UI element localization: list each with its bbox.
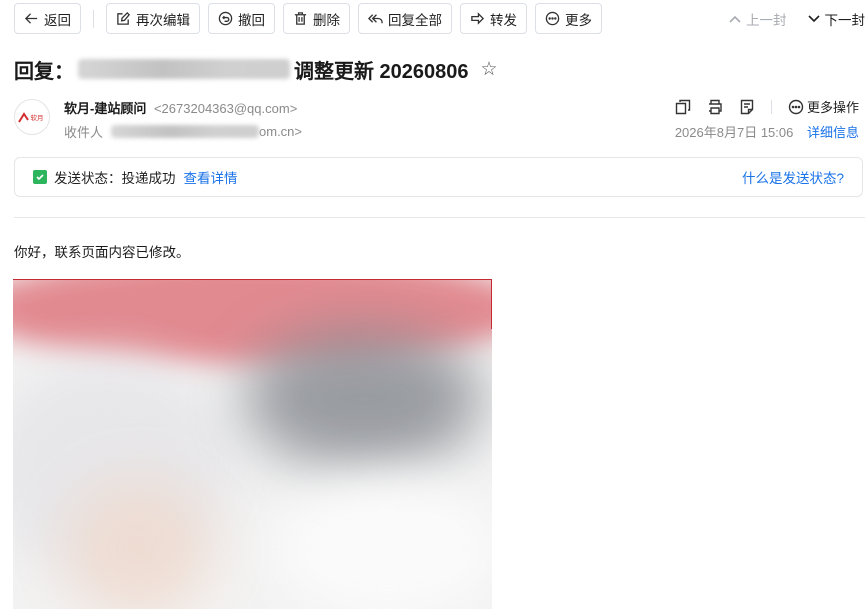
sender-name[interactable]: 软月-建站顾问 [64,101,146,116]
back-button[interactable]: 返回 [14,3,81,34]
actions-divider [770,99,772,114]
forward-button[interactable]: 转发 [460,3,527,34]
more-label: 更多 [565,12,592,28]
status-detail-link[interactable]: 查看详情 [184,167,238,187]
image-blur-region [243,329,483,469]
more-icon [788,99,804,114]
recipient-suffix: om.cn> [259,124,303,139]
edit-again-button[interactable]: 再次编辑 [106,3,200,34]
reply-all-button[interactable]: 回复全部 [358,3,452,34]
next-mail-button[interactable]: 下一封 [807,9,865,29]
trash-icon [294,12,307,25]
sender-info: 软月-建站顾问 <2673204363@qq.com> [64,98,297,117]
status-value: 投递成功 [121,171,176,186]
mail-datetime: 2026年8月7日 15:06 [674,125,794,140]
recall-label: 撤回 [238,12,265,28]
note-icon[interactable] [739,99,755,115]
sender-avatar: 软月 [14,99,50,135]
sender-logo-icon: 软月 [18,112,44,123]
chevron-down-icon [807,14,820,22]
reply-all-icon [368,14,383,24]
mail-toolbar: 返回 再次编辑 撤回 删除 回复全部 转发 更多 [14,3,610,34]
subject-suffix: 调整更新 20260806 [294,60,469,83]
next-mail-label: 下一封 [824,12,865,28]
reply-all-label: 回复全部 [388,12,442,28]
sender-email: <2673204363@qq.com> [153,101,298,116]
recipient-info: 收件人 om.cn> [64,122,302,141]
mail-navigation: 上一封 下一封 [708,3,865,34]
redacted-subject [78,59,290,79]
mail-subject: 回复： 调整更新 20260806 ☆ [14,54,498,84]
recall-button[interactable]: 撤回 [208,3,275,34]
edit-again-label: 再次编辑 [136,12,190,28]
prev-mail-label: 上一封 [746,12,787,28]
edit-icon [117,11,131,25]
image-blur-region [273,479,492,609]
recall-icon [218,11,233,26]
prev-mail-button[interactable]: 上一封 [728,9,787,29]
forward-label: 转发 [490,12,517,28]
mail-actions: 更多操作 [659,97,859,116]
redacted-recipient [111,125,260,138]
copy-icon[interactable] [675,99,691,115]
status-help-link[interactable]: 什么是发送状态? [742,167,844,187]
svg-text:软月: 软月 [31,113,44,122]
more-actions-label: 更多操作 [806,100,859,115]
header-divider [14,217,865,218]
delete-button[interactable]: 删除 [283,3,350,34]
subject-prefix: 回复： [14,60,74,83]
check-icon [33,170,47,184]
chevron-up-icon [729,15,741,23]
toolbar-divider [93,9,94,28]
image-border-right [491,279,492,329]
mail-body-text: 你好，联系页面内容已修改。 [14,245,190,260]
send-status-bar: 发送状态： 投递成功 查看详情 什么是发送状态? [14,157,863,197]
more-actions-button[interactable]: 更多操作 [788,97,859,116]
star-icon[interactable]: ☆ [481,58,498,81]
more-icon [545,11,560,26]
forward-icon [471,12,485,25]
mail-date: 2026年8月7日 15:06 详细信息 [675,122,859,141]
image-border-top [13,279,492,280]
arrow-left-icon [24,13,38,24]
more-button[interactable]: 更多 [535,3,602,34]
detail-info-link[interactable]: 详细信息 [807,125,859,140]
recipient-label: 收件人 [64,125,104,140]
status-label: 发送状态： [54,171,122,186]
back-label: 返回 [44,12,71,28]
delete-label: 删除 [313,12,340,28]
mail-body-image[interactable] [13,279,492,609]
image-blur-region [63,479,213,609]
print-icon[interactable] [707,99,723,115]
